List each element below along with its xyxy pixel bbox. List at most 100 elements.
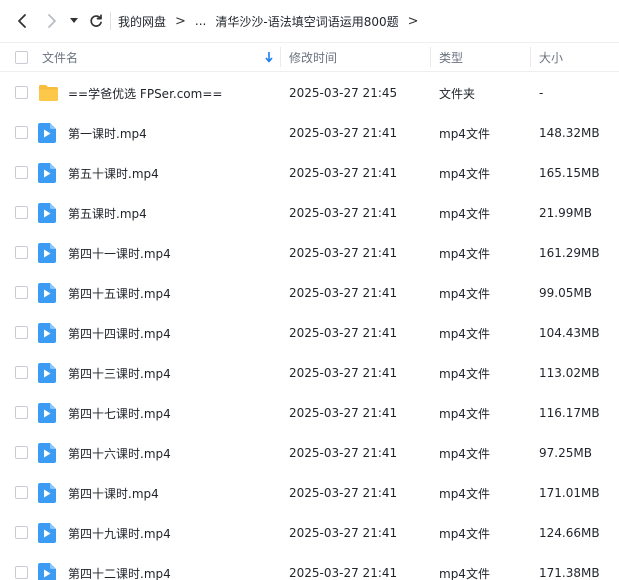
- back-arrow-icon[interactable]: [12, 11, 32, 31]
- file-row[interactable]: 第五十课时.mp4 2025-03-27 21:41 mp4文件 165.15MB: [0, 153, 619, 193]
- column-divider[interactable]: [530, 47, 531, 67]
- row-checkbox[interactable]: [15, 246, 28, 259]
- file-type: mp4文件: [439, 566, 490, 580]
- row-checkbox[interactable]: [15, 326, 28, 339]
- file-type: mp4文件: [439, 526, 490, 541]
- breadcrumb-separator[interactable]: >: [408, 14, 419, 29]
- file-modified-time: 2025-03-27 21:41: [289, 486, 398, 500]
- file-modified-time: 2025-03-27 21:41: [289, 566, 398, 580]
- row-checkbox[interactable]: [15, 166, 28, 179]
- breadcrumb: 我的网盘 > ... 清华沙沙-语法填空词语运用800题 >: [110, 11, 428, 31]
- file-size: 113.02MB: [539, 366, 600, 380]
- video-file-icon: [38, 443, 56, 463]
- breadcrumb-root[interactable]: 我的网盘: [118, 13, 166, 30]
- video-file-icon: [38, 363, 56, 383]
- row-checkbox[interactable]: [15, 406, 28, 419]
- file-type: mp4文件: [439, 326, 490, 341]
- video-file-icon: [38, 563, 56, 580]
- video-file-icon: [38, 283, 56, 303]
- file-size: 97.25MB: [539, 446, 592, 460]
- file-name[interactable]: 第四十三课时.mp4: [68, 353, 171, 393]
- file-row[interactable]: 第四十二课时.mp4 2025-03-27 21:41 mp4文件 171.38MB: [0, 553, 619, 580]
- file-name[interactable]: 第四十课时.mp4: [68, 473, 159, 513]
- file-row[interactable]: 第五课时.mp4 2025-03-27 21:41 mp4文件 21.99MB: [0, 193, 619, 233]
- file-row[interactable]: 第四十四课时.mp4 2025-03-27 21:41 mp4文件 104.43MB: [0, 313, 619, 353]
- file-name[interactable]: 第四十七课时.mp4: [68, 393, 171, 433]
- column-name-label: 文件名: [42, 50, 79, 65]
- row-checkbox[interactable]: [15, 486, 28, 499]
- column-divider[interactable]: [280, 47, 281, 67]
- file-list-header: 文件名 修改时间 类型 大小: [0, 42, 619, 72]
- breadcrumb-current[interactable]: 清华沙沙-语法填空词语运用800题: [215, 13, 398, 30]
- file-row[interactable]: 第四十三课时.mp4 2025-03-27 21:41 mp4文件 113.02MB: [0, 353, 619, 393]
- video-file-icon: [38, 203, 56, 223]
- row-checkbox[interactable]: [15, 126, 28, 139]
- breadcrumb-ellipsis[interactable]: ...: [195, 14, 206, 28]
- file-row[interactable]: 第四十一课时.mp4 2025-03-27 21:41 mp4文件 161.29MB: [0, 233, 619, 273]
- file-name[interactable]: 第五课时.mp4: [68, 193, 147, 233]
- file-name[interactable]: 第四十九课时.mp4: [68, 513, 171, 553]
- file-name[interactable]: 第四十四课时.mp4: [68, 313, 171, 353]
- file-size: 124.66MB: [539, 526, 600, 540]
- file-row[interactable]: 第四十五课时.mp4 2025-03-27 21:41 mp4文件 99.05MB: [0, 273, 619, 313]
- folder-icon: [38, 84, 59, 102]
- file-row[interactable]: 第四十七课时.mp4 2025-03-27 21:41 mp4文件 116.17MB: [0, 393, 619, 433]
- column-divider[interactable]: [430, 47, 431, 67]
- file-modified-time: 2025-03-27 21:41: [289, 406, 398, 420]
- file-type: mp4文件: [439, 366, 490, 381]
- file-name[interactable]: 第四十五课时.mp4: [68, 273, 171, 313]
- file-name[interactable]: ==学爸优选 FPSer.com==: [68, 73, 222, 113]
- file-type: mp4文件: [439, 446, 490, 461]
- file-modified-time: 2025-03-27 21:41: [289, 326, 398, 340]
- select-all-checkbox[interactable]: [15, 51, 28, 64]
- column-size-label: 大小: [539, 50, 564, 65]
- forward-arrow-icon[interactable]: [42, 11, 62, 31]
- file-size: 116.17MB: [539, 406, 600, 420]
- file-modified-time: 2025-03-27 21:41: [289, 166, 398, 180]
- file-size: 165.15MB: [539, 166, 600, 180]
- toolbar-divider: [110, 12, 111, 30]
- row-checkbox[interactable]: [15, 566, 28, 579]
- file-type: mp4文件: [439, 406, 490, 421]
- row-checkbox[interactable]: [15, 366, 28, 379]
- file-modified-time: 2025-03-27 21:41: [289, 366, 398, 380]
- file-type: mp4文件: [439, 486, 490, 501]
- video-file-icon: [38, 523, 56, 543]
- file-name[interactable]: 第一课时.mp4: [68, 113, 147, 153]
- file-row[interactable]: 第四十课时.mp4 2025-03-27 21:41 mp4文件 171.01MB: [0, 473, 619, 513]
- row-checkbox[interactable]: [15, 526, 28, 539]
- file-size: 104.43MB: [539, 326, 600, 340]
- video-file-icon: [38, 243, 56, 263]
- row-checkbox[interactable]: [15, 86, 28, 99]
- file-modified-time: 2025-03-27 21:41: [289, 126, 398, 140]
- file-row[interactable]: 第四十六课时.mp4 2025-03-27 21:41 mp4文件 97.25MB: [0, 433, 619, 473]
- file-type: mp4文件: [439, 126, 490, 141]
- file-modified-time: 2025-03-27 21:41: [289, 206, 398, 220]
- file-type: mp4文件: [439, 206, 490, 221]
- row-checkbox[interactable]: [15, 286, 28, 299]
- file-modified-time: 2025-03-27 21:41: [289, 286, 398, 300]
- column-header-type[interactable]: 类型: [439, 43, 463, 71]
- file-row[interactable]: 第一课时.mp4 2025-03-27 21:41 mp4文件 148.32MB: [0, 113, 619, 153]
- file-name[interactable]: 第四十二课时.mp4: [68, 553, 171, 580]
- file-name[interactable]: 第四十一课时.mp4: [68, 233, 171, 273]
- column-type-label: 类型: [439, 50, 464, 65]
- history-dropdown-icon[interactable]: [66, 11, 82, 31]
- column-header-name[interactable]: 文件名: [42, 43, 78, 71]
- video-file-icon: [38, 483, 56, 503]
- file-type: mp4文件: [439, 286, 490, 301]
- file-modified-time: 2025-03-27 21:45: [289, 86, 398, 100]
- column-header-size[interactable]: 大小: [539, 43, 563, 71]
- video-file-icon: [38, 403, 56, 423]
- column-header-modified[interactable]: 修改时间: [289, 43, 337, 71]
- file-name[interactable]: 第五十课时.mp4: [68, 153, 159, 193]
- video-file-icon: [38, 123, 56, 143]
- refresh-icon[interactable]: [86, 11, 106, 31]
- row-checkbox[interactable]: [15, 206, 28, 219]
- file-row[interactable]: 第四十九课时.mp4 2025-03-27 21:41 mp4文件 124.66MB: [0, 513, 619, 553]
- file-row[interactable]: ==学爸优选 FPSer.com== 2025-03-27 21:45 文件夹 -: [0, 73, 619, 113]
- sort-down-arrow-icon[interactable]: [265, 43, 275, 71]
- row-checkbox[interactable]: [15, 446, 28, 459]
- file-modified-time: 2025-03-27 21:41: [289, 446, 398, 460]
- file-name[interactable]: 第四十六课时.mp4: [68, 433, 171, 473]
